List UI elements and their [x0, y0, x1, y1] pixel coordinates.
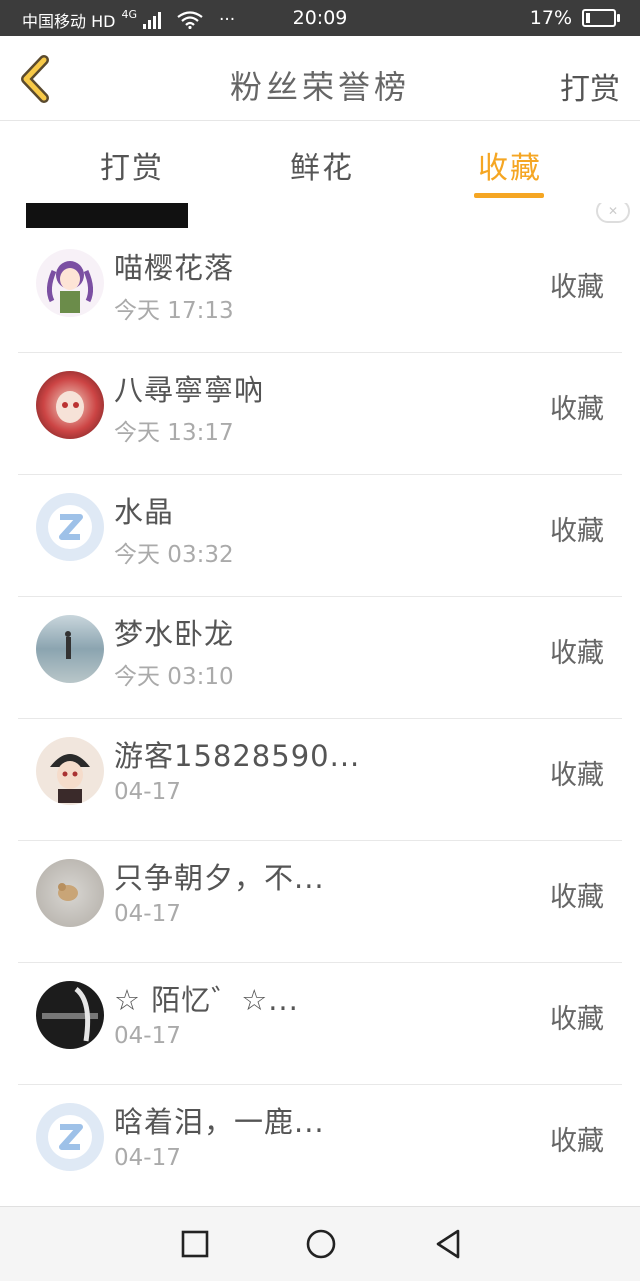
user-name: ☆ 陌忆゛☆...	[114, 983, 299, 1017]
favorite-time: 今天 13:17	[114, 420, 234, 446]
tab-favorites[interactable]: 收藏	[478, 143, 542, 187]
favorite-time: 今天 17:13	[114, 298, 234, 324]
favorite-label: 收藏	[550, 272, 604, 303]
list-item[interactable]: 晗着泪，一鹿... 04-17 收藏	[0, 1085, 640, 1207]
anime-girl-avatar-icon	[46, 261, 94, 313]
status-bar: 中国移动 HD 4G ··· 20:09 17%	[0, 0, 640, 36]
pet-photo-icon	[58, 883, 78, 901]
favorite-label: 收藏	[550, 882, 604, 913]
user-name: 只争朝夕，不...	[114, 861, 325, 895]
anime-boy-avatar-icon	[50, 754, 90, 803]
status-right: 17%	[529, 7, 620, 29]
favorite-time: 04-17	[114, 1145, 181, 1171]
avatar	[36, 615, 104, 683]
list-item[interactable]: 只争朝夕，不... 04-17 收藏	[0, 841, 640, 963]
close-icon[interactable]: ✕	[596, 203, 630, 223]
list-item[interactable]: 水晶 今天 03:32 收藏	[0, 475, 640, 597]
favorite-label: 收藏	[550, 394, 604, 425]
tab-reward[interactable]: 打赏	[100, 143, 164, 187]
favorites-list: 喵樱花落 今天 17:13 收藏 八尋寧寧吶 今天 13:17 收藏 水晶 今天…	[0, 231, 640, 1207]
ad-image	[26, 203, 188, 228]
avatar	[36, 1103, 104, 1171]
favorite-label: 收藏	[550, 760, 604, 791]
avatar	[36, 859, 104, 927]
favorite-label: 收藏	[550, 1126, 604, 1157]
battery-fill	[586, 13, 590, 23]
tab-flowers[interactable]: 鲜花	[290, 143, 354, 187]
favorite-time: 今天 03:32	[114, 542, 234, 568]
app-header: 粉丝荣誉榜 打赏	[0, 36, 640, 121]
user-name: 水晶	[114, 495, 175, 529]
user-name: 梦水卧龙	[114, 617, 235, 651]
anime-avatar-icon	[56, 391, 84, 423]
list-item[interactable]: 喵樱花落 今天 17:13 收藏	[0, 231, 640, 353]
avatar	[36, 737, 104, 805]
list-item[interactable]: 游客15828590... 04-17 收藏	[0, 719, 640, 841]
list-item[interactable]: 梦水卧龙 今天 03:10 收藏	[0, 597, 640, 719]
default-avatar-icon	[48, 505, 92, 549]
avatar	[36, 981, 104, 1049]
default-avatar-icon	[48, 1115, 92, 1159]
reward-button[interactable]: 打赏	[560, 64, 620, 108]
user-name: 晗着泪，一鹿...	[114, 1105, 325, 1139]
favorite-time: 今天 03:10	[114, 664, 234, 690]
active-tab-indicator	[474, 193, 544, 198]
battery-percent: 17%	[529, 7, 572, 29]
tab-bar: 打赏 鲜花 收藏	[0, 121, 640, 203]
favorite-time: 04-17	[114, 1023, 181, 1049]
home-icon[interactable]	[304, 1227, 338, 1261]
list-item[interactable]: ☆ 陌忆゛☆... 04-17 收藏	[0, 963, 640, 1085]
avatar	[36, 371, 104, 439]
favorite-label: 收藏	[550, 1004, 604, 1035]
recent-apps-icon[interactable]	[178, 1227, 212, 1261]
ad-banner[interactable]: ✕	[0, 203, 640, 231]
dark-photo-icon	[42, 987, 98, 1042]
back-icon[interactable]	[430, 1227, 464, 1261]
beach-photo-icon	[65, 631, 71, 659]
user-name: 游客15828590...	[114, 739, 361, 773]
avatar	[36, 249, 104, 317]
battery-icon	[582, 9, 620, 27]
favorite-time: 04-17	[114, 779, 181, 805]
favorite-time: 04-17	[114, 901, 181, 927]
favorite-label: 收藏	[550, 516, 604, 547]
system-nav-bar	[0, 1206, 640, 1281]
favorite-label: 收藏	[550, 638, 604, 669]
avatar	[36, 493, 104, 561]
page-title: 粉丝荣誉榜	[229, 68, 410, 106]
user-name: 喵樱花落	[114, 251, 235, 285]
user-name: 八尋寧寧吶	[114, 373, 265, 407]
list-item[interactable]: 八尋寧寧吶 今天 13:17 收藏	[0, 353, 640, 475]
